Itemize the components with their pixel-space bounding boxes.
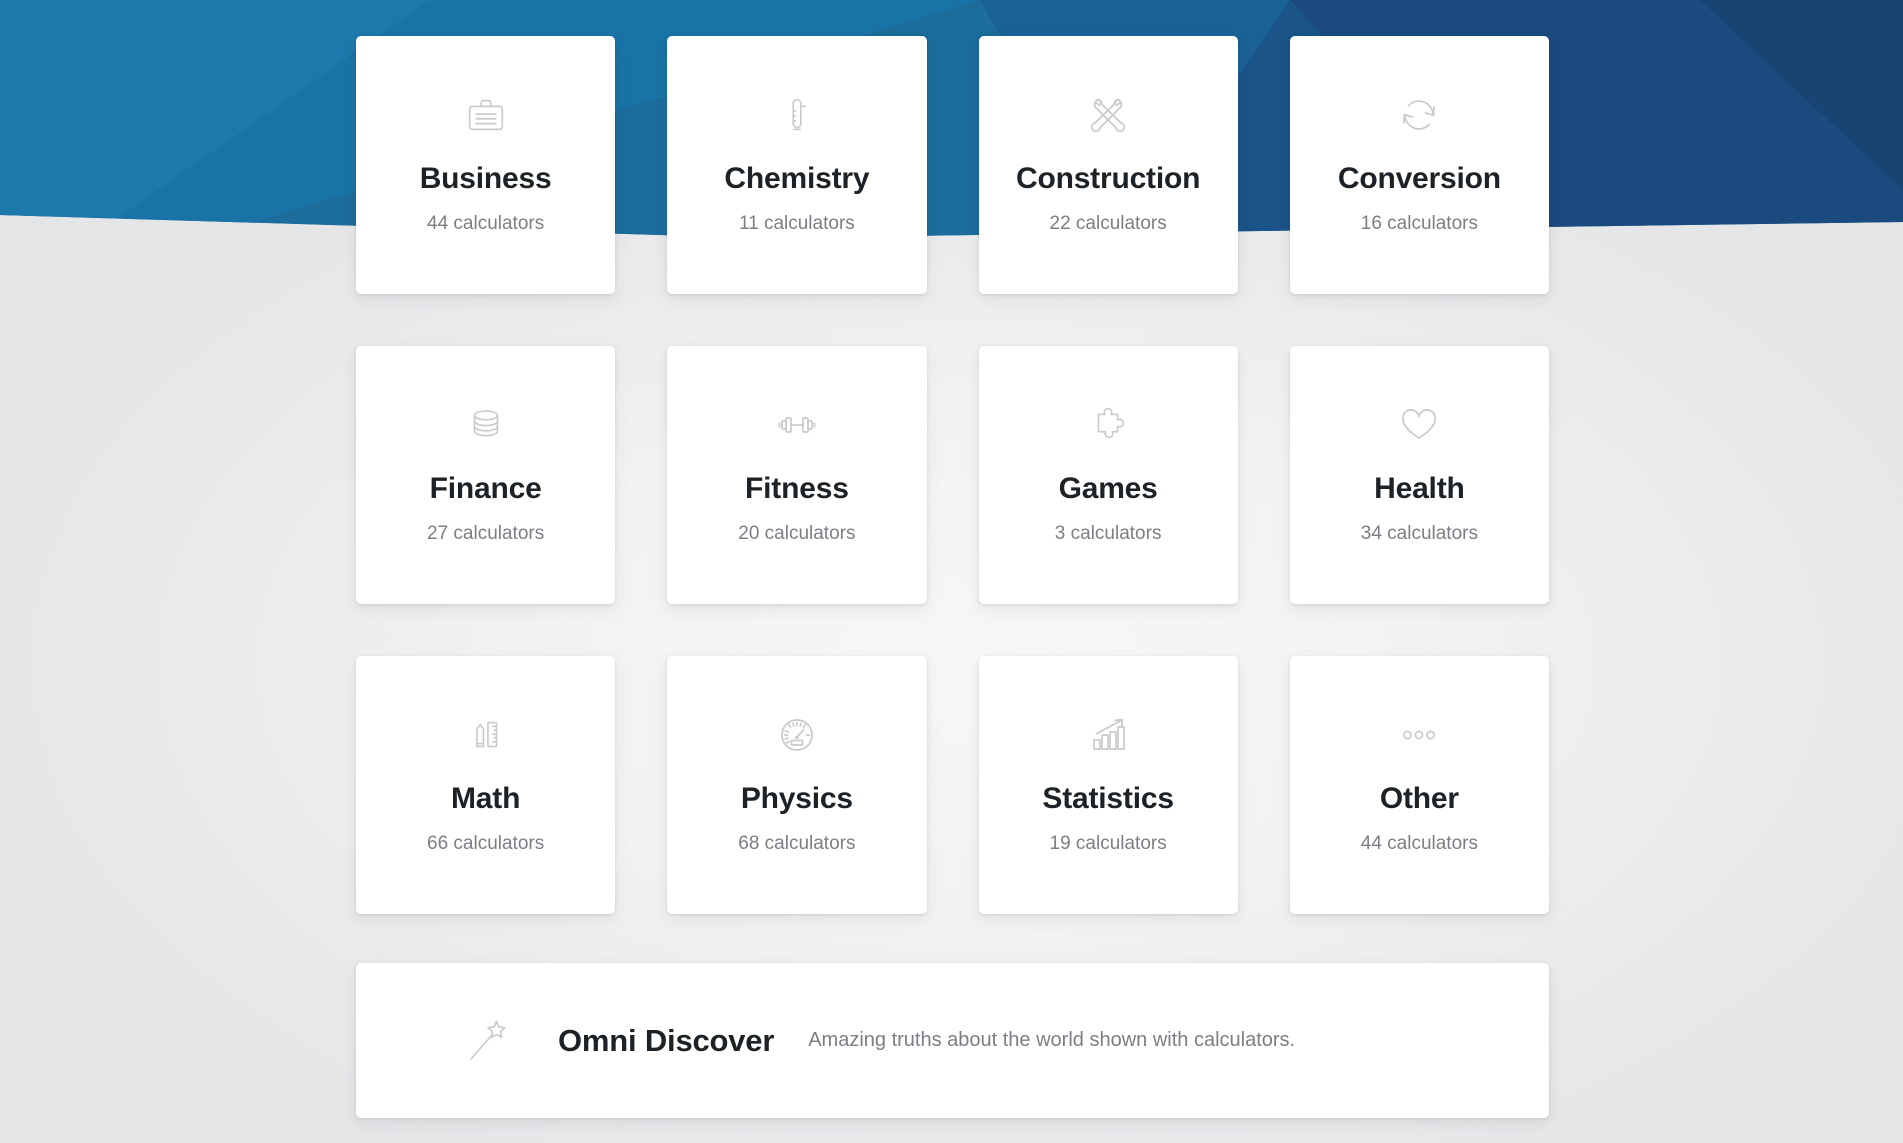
category-title: Games: [1058, 472, 1158, 505]
omni-discover-title: Omni Discover: [558, 1022, 775, 1058]
category-count: 44 calculators: [1360, 833, 1478, 854]
omni-discover-subtitle: Amazing truths about the world shown wit…: [808, 1029, 1296, 1051]
category-count: 34 calculators: [1360, 523, 1478, 544]
category-count: 66 calculators: [427, 833, 545, 854]
thermometer-icon: [774, 88, 820, 142]
category-count: 3 calculators: [1054, 523, 1162, 544]
category-title: Other: [1379, 782, 1459, 815]
category-card-finance[interactable]: Finance 27 calculators: [356, 346, 616, 604]
puzzle-piece-icon: [1085, 398, 1131, 452]
category-title: Physics: [740, 782, 853, 815]
category-card-physics[interactable]: Physics 68 calculators: [667, 656, 927, 914]
category-count: 22 calculators: [1049, 213, 1167, 234]
omni-discover-banner[interactable]: Omni Discover Amazing truths about the w…: [356, 963, 1549, 1118]
category-row: Business 44 calculators Chemistry 11 cal…: [356, 36, 1549, 294]
magic-wand-icon: [462, 1015, 514, 1067]
category-title: Fitness: [745, 472, 849, 505]
category-title: Statistics: [1042, 782, 1174, 815]
category-card-other[interactable]: Other 44 calculators: [1289, 656, 1549, 914]
category-count: 44 calculators: [427, 213, 545, 234]
category-title: Finance: [429, 472, 542, 505]
speedometer-icon: [773, 708, 821, 762]
category-card-health[interactable]: Health 34 calculators: [1289, 346, 1549, 604]
page-root: Business 44 calculators Chemistry 11 cal…: [0, 0, 1903, 1143]
category-row: Math 66 calculators Physics 68 calculato…: [356, 656, 1549, 914]
category-card-fitness[interactable]: Fitness 20 calculators: [667, 346, 927, 604]
category-card-statistics[interactable]: Statistics 19 calculators: [978, 656, 1238, 914]
coin-stack-icon: [463, 398, 509, 452]
briefcase-icon: [463, 88, 509, 142]
heart-icon: [1395, 398, 1443, 452]
category-count: 27 calculators: [427, 523, 545, 544]
three-circles-icon: [1395, 708, 1443, 762]
category-card-business[interactable]: Business 44 calculators: [356, 36, 616, 294]
category-grid: Business 44 calculators Chemistry 11 cal…: [356, 36, 1549, 966]
category-title: Construction: [1015, 162, 1201, 195]
category-title: Health: [1374, 472, 1465, 505]
category-count: 19 calculators: [1049, 833, 1167, 854]
category-count: 11 calculators: [738, 213, 855, 234]
category-title: Conversion: [1337, 162, 1501, 195]
category-title: Chemistry: [724, 162, 870, 195]
pencil-ruler-icon: [463, 708, 509, 762]
refresh-arrows-icon: [1395, 88, 1443, 142]
category-count: 16 calculators: [1360, 213, 1478, 234]
category-card-construction[interactable]: Construction 22 calculators: [978, 36, 1238, 294]
dumbbell-icon: [773, 398, 821, 452]
category-row: Finance 27 calculators Fitness 20 calcul…: [356, 346, 1549, 604]
category-title: Business: [419, 162, 552, 195]
category-card-games[interactable]: Games 3 calculators: [978, 346, 1238, 604]
category-count: 68 calculators: [738, 833, 856, 854]
bar-chart-arrow-icon: [1084, 708, 1132, 762]
category-card-conversion[interactable]: Conversion 16 calculators: [1289, 36, 1549, 294]
crossed-wrenches-icon: [1084, 88, 1132, 142]
category-card-math[interactable]: Math 66 calculators: [356, 656, 616, 914]
category-count: 20 calculators: [738, 523, 856, 544]
category-card-chemistry[interactable]: Chemistry 11 calculators: [667, 36, 927, 294]
category-title: Math: [451, 782, 521, 815]
